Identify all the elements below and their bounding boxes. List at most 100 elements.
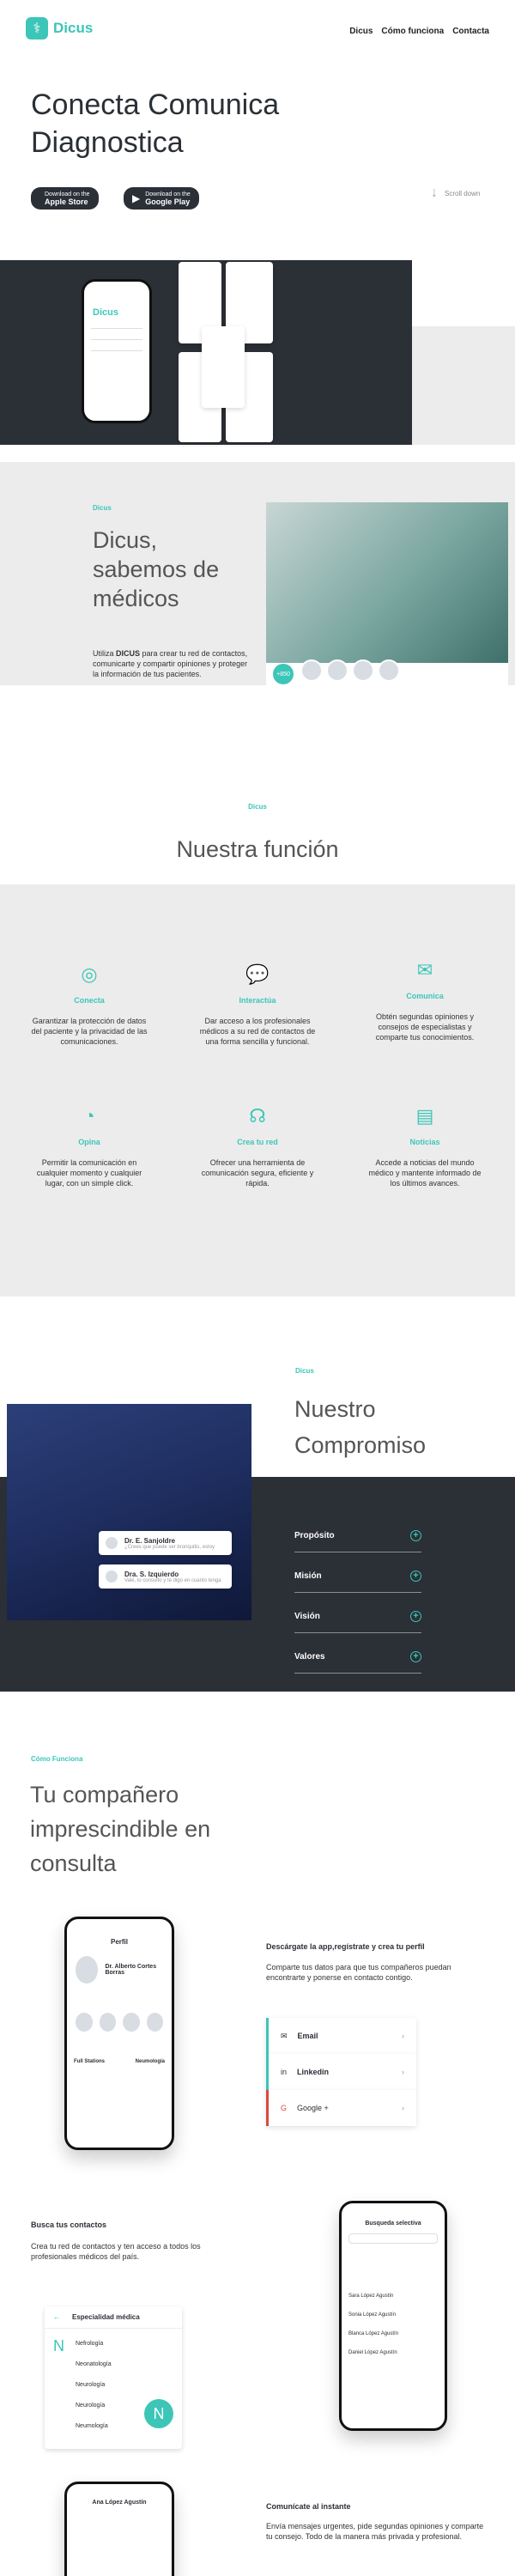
feature-text: Garantizar la protección de datos del pa… — [31, 1017, 148, 1046]
funcion-title: Nuestra función — [176, 836, 339, 862]
accordion-vision[interactable]: Visión + — [294, 1601, 421, 1633]
google-icon: G — [281, 2104, 288, 2112]
news-icon: ▤ — [415, 1105, 434, 1127]
avatar — [74, 2011, 94, 2033]
chevron-right-icon: › — [402, 2032, 404, 2040]
doctor-message-1: Dr. E. Sanjoldre ¿Crees que puede ser bro… — [99, 1531, 232, 1555]
signup-email-button[interactable]: ✉ Email › — [266, 2018, 416, 2054]
avatar — [74, 1954, 100, 1985]
feature-title: Conecta — [74, 996, 105, 1005]
compromiso-title: Nuestro Compromiso — [294, 1391, 426, 1463]
signup-linkedin-button[interactable]: in Linkedin › — [266, 2054, 416, 2090]
scroll-down[interactable]: ↓ Scroll down — [431, 185, 480, 201]
screens-band-grey — [412, 326, 515, 445]
google-play-small: Download on the — [145, 191, 191, 197]
plus-icon: + — [410, 1530, 421, 1541]
network-icon: ☊ — [249, 1105, 266, 1127]
apple-store-button[interactable]: Download on the Apple Store — [31, 187, 99, 210]
feature-text: Permitir la comunicación en cualquier mo… — [36, 1158, 142, 1188]
google-label: Google + — [297, 2104, 329, 2112]
avatar — [326, 659, 348, 682]
chat-icon: 💬 — [245, 963, 270, 985]
phone-search: Busqueda selectiva Sara López Agustín So… — [339, 2201, 447, 2431]
chevron-right-icon: › — [402, 2068, 404, 2076]
doctor2-name: Dra. S. Izquierdo — [124, 1570, 179, 1578]
play-icon: ▶ — [132, 192, 141, 204]
nav-dicus[interactable]: Dicus — [349, 27, 373, 36]
step1-title: Descárgate la app,regístrate y crea tu p… — [266, 1942, 425, 1951]
google-play-label: Google Play — [145, 197, 191, 206]
step1-text: Comparte tus datos para que tus compañer… — [266, 1963, 451, 1982]
specialty-letter: N — [53, 2337, 64, 2354]
feature-title: Comunica — [406, 992, 444, 1000]
apple-store-label: Apple Store — [45, 197, 88, 206]
contact-item[interactable]: Blanca López Agustín — [348, 2324, 438, 2343]
accordion-label: Visión — [294, 1612, 320, 1621]
feature-text: Dar acceso a los profesionales médicos a… — [199, 1017, 316, 1046]
hero-title-line1: Conecta Comunica — [31, 88, 280, 121]
phone-chat: Ana López Agustín — [64, 2482, 174, 2576]
como-title-1: Tu compañero — [30, 1782, 179, 1807]
stethoscope-logo-icon: ⚕ — [26, 17, 48, 39]
plus-icon: + — [410, 1611, 421, 1622]
specialty-item[interactable]: Neurología — [76, 2396, 112, 2416]
phone1-tab1: Full Stations — [74, 2059, 105, 2064]
contact-item[interactable]: Sara López Agustín — [348, 2287, 438, 2306]
feature-noticias: ▤ Noticias Accede a noticias del mundo méd… — [365, 1099, 485, 1188]
about-kicker: Dicus — [93, 504, 112, 512]
hero-title: Conecta Comunica Diagnostica — [31, 86, 279, 161]
screen-thumb-5 — [202, 326, 245, 408]
letter-badge: N — [144, 2399, 173, 2428]
como-title-2: imprescindible en — [30, 1816, 211, 1842]
specialty-item[interactable]: Neumología — [76, 2416, 112, 2437]
about-body-bold: DICUS — [116, 649, 141, 658]
phone-profile: Perfil Dr. Alberto Cortes Borras Full St… — [64, 1917, 174, 2150]
accordion-proposito[interactable]: Propósito + — [294, 1520, 421, 1552]
arrow-down-icon: ↓ — [431, 185, 438, 200]
specialty-item[interactable]: Neonatología — [76, 2354, 112, 2375]
specialty-item[interactable]: Neurología — [76, 2375, 112, 2396]
linkedin-label: Linkedin — [297, 2068, 330, 2076]
feature-text: Accede a noticias del mundo médico y man… — [368, 1158, 482, 1188]
contact-item[interactable]: Daniel López Agustín — [348, 2343, 438, 2362]
avatar — [352, 659, 374, 682]
plus-icon: + — [410, 1571, 421, 1582]
email-icon: ✉ — [281, 2031, 288, 2040]
compromiso-title-1: Nuestro — [294, 1396, 376, 1422]
google-play-button[interactable]: ▶ Download on the Google Play — [124, 187, 199, 210]
nav-como-funciona[interactable]: Cómo funciona — [381, 27, 444, 36]
doctor2-message: Vale, lo consulto y te digo en cuanto te… — [124, 1577, 221, 1583]
nav-contacta[interactable]: Contacta — [452, 27, 489, 36]
plus-icon: + — [410, 1651, 421, 1662]
hero-title-line2: Diagnostica — [31, 126, 184, 159]
phone3-title: Ana López Agustín — [92, 2500, 147, 2506]
back-arrow-icon[interactable]: ← — [53, 2313, 60, 2321]
phone1-name: Dr. Alberto Cortes Borras — [105, 1964, 157, 1976]
feature-interactua: 💬 Interactúa Dar acceso a los profesionale… — [197, 957, 318, 1047]
step2-title: Busca tus contactos — [31, 2221, 107, 2229]
avatar — [144, 2011, 165, 2033]
feature-crea-tu-red: ☊ Crea tu red Ofrecer una herramienta de c… — [197, 1099, 318, 1188]
contact-item[interactable]: Sonia López Agustín — [348, 2306, 438, 2324]
feature-title: Crea tu red — [237, 1138, 278, 1146]
accordion-mision[interactable]: Misión + — [294, 1560, 421, 1593]
feature-comunica: ✉ Comunica Obtén segundas opiniones y cons… — [365, 953, 485, 1042]
features-section — [0, 884, 515, 1297]
avatar — [104, 1569, 119, 1584]
phone1-tab2: Neumología — [135, 2059, 165, 2064]
compromiso-kicker: Dicus — [295, 1367, 314, 1375]
phone-mockup-main: Dicus — [82, 279, 152, 423]
megaphone-icon: ✉ — [416, 959, 433, 981]
about-body: Utiliza DICUS para crear tu red de conta… — [93, 648, 251, 679]
apple-store-small: Download on the — [45, 191, 90, 197]
accordion-label: Valores — [294, 1652, 325, 1662]
doctor1-name: Dr. E. Sanjoldre — [124, 1536, 176, 1545]
accordion-valores[interactable]: Valores + — [294, 1641, 421, 1674]
specialty-item[interactable]: Nefrología — [76, 2334, 112, 2354]
signup-google-button[interactable]: G Google + › — [266, 2090, 416, 2126]
brand-name: Dicus — [53, 20, 94, 36]
accordion-label: Misión — [294, 1571, 322, 1581]
linkedin-icon: in — [281, 2068, 288, 2076]
specialty-title: Especialidad médica — [72, 2313, 140, 2321]
logo[interactable]: ⚕ Dicus — [26, 17, 93, 39]
